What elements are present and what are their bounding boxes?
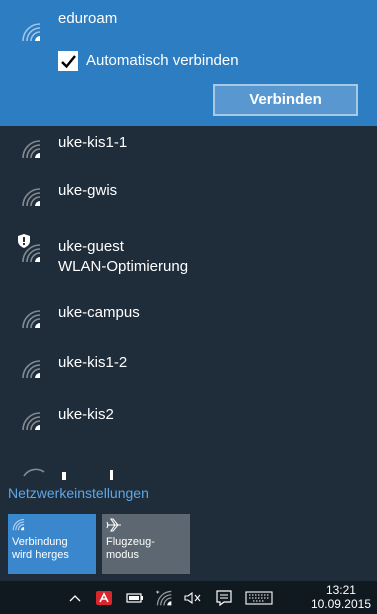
network-subtitle: WLAN-Optimierung (58, 258, 189, 275)
keyboard-icon[interactable] (245, 589, 273, 607)
network-item-uke-kis1-1[interactable]: uke-kis1-1 (0, 126, 377, 174)
network-item-uke-gwis[interactable]: uke-gwis (0, 174, 377, 222)
action-center-icon[interactable] (215, 589, 233, 607)
avira-icon[interactable] (96, 589, 112, 607)
network-name: uke-kis2 (58, 406, 114, 423)
wifi-flyout: eduroam Automatisch verbinden Verbinden … (0, 0, 377, 581)
svg-text:*: * (156, 589, 160, 598)
wifi-signal-icon (21, 309, 43, 329)
network-item-uke-guest[interactable]: uke-guest WLAN-Optimierung (0, 230, 377, 288)
wifi-signal-icon (21, 139, 43, 159)
network-name: uke-gwis (58, 182, 118, 199)
wifi-tile[interactable]: Verbindung wird herges (8, 514, 96, 574)
wifi-signal-icon (21, 243, 43, 263)
airplane-tile-label-line1: Flugzeug- (106, 536, 155, 548)
clock[interactable]: 13:21 10.09.2015 (311, 583, 371, 611)
airplane-mode-tile[interactable]: Flugzeug- modus (102, 514, 190, 574)
battery-icon[interactable] (126, 589, 144, 607)
wifi-signal-icon (21, 411, 43, 431)
clock-time: 13:21 (325, 583, 356, 597)
wifi-signal-icon (21, 22, 43, 42)
wifi-icon (12, 518, 92, 532)
clock-date: 10.09.2015 (310, 597, 371, 611)
taskbar: * 13:21 10.09.2015 (0, 581, 377, 614)
chevron-up-icon[interactable] (68, 589, 82, 607)
connect-button[interactable]: Verbinden (213, 84, 358, 116)
scrolled-list-edge (0, 458, 377, 480)
airplane-tile-label-line2: modus (106, 549, 140, 561)
network-item-uke-kis2[interactable]: uke-kis2 (0, 398, 377, 446)
airplane-icon (106, 518, 186, 532)
network-icon[interactable]: * (155, 589, 173, 607)
network-name: uke-guest (58, 238, 124, 255)
wifi-tile-label-line2: wird herges (12, 549, 69, 561)
network-item-uke-kis1-2[interactable]: uke-kis1-2 (0, 346, 377, 394)
network-settings-link[interactable]: Netzwerkeinstellungen (8, 485, 149, 501)
auto-connect-label: Automatisch verbinden (86, 52, 239, 69)
wifi-signal-icon (21, 359, 43, 379)
wifi-tile-label-line1: Verbindung (12, 536, 68, 548)
selected-network-name: eduroam (58, 10, 118, 27)
volume-muted-icon[interactable] (183, 589, 203, 607)
selected-network[interactable]: eduroam Automatisch verbinden Verbinden (0, 0, 377, 126)
network-name: uke-kis1-2 (58, 354, 128, 371)
auto-connect-checkbox[interactable] (58, 51, 78, 71)
network-name: uke-kis1-1 (58, 134, 128, 151)
network-item-uke-campus[interactable]: uke-campus (0, 296, 377, 344)
network-name: uke-campus (58, 304, 140, 321)
wifi-signal-icon (21, 187, 43, 207)
